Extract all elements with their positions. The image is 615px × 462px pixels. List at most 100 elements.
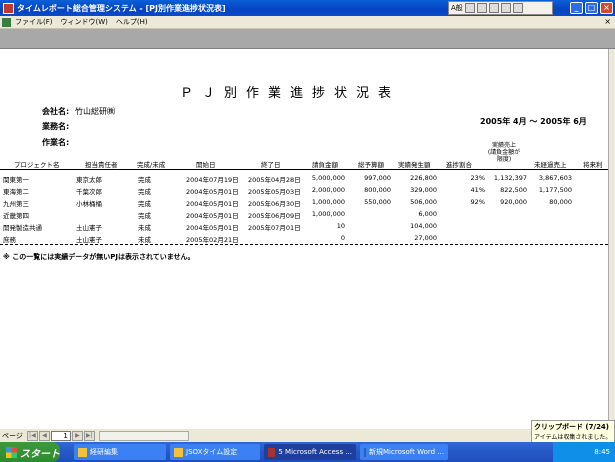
column-header: 実績発生額 — [398, 161, 431, 169]
start-button[interactable]: スタート — [0, 442, 60, 462]
folder-icon — [174, 447, 183, 457]
last-page-button[interactable]: ▶| — [83, 430, 95, 441]
table-cell: 506,000 — [410, 198, 437, 206]
company-value: 竹山総研㈱ — [75, 107, 115, 116]
table-cell: 2004年05月01日 — [186, 200, 239, 208]
column-header: 終了日 — [261, 161, 281, 169]
table-cell: 2005年02月21日 — [186, 236, 239, 244]
header-divider — [0, 169, 608, 170]
table-cell: 2004年05月01日 — [186, 224, 239, 232]
table-cell: 3,867,603 — [538, 174, 572, 182]
table-cell: 41% — [470, 186, 485, 194]
table-cell: 226,800 — [410, 174, 437, 182]
taskbar-item-label: 5 Microsoft Access ... — [278, 448, 352, 456]
table-cell: 2005年06月30日 — [248, 200, 301, 208]
table-cell: 2004年05月01日 — [186, 212, 239, 220]
table-cell: 2004年05月01日 — [186, 188, 239, 196]
table-cell: 完成 — [138, 200, 151, 208]
table-cell: 10 — [336, 222, 345, 230]
taskbar-item[interactable]: JSOXタイム設定 — [170, 444, 260, 460]
table-cell: 550,000 — [364, 198, 391, 206]
document-icon[interactable] — [2, 17, 11, 27]
table-cell: 開発製造共通 — [3, 224, 42, 232]
table-cell: 23% — [470, 174, 485, 182]
ime-mode-label[interactable]: A般 — [451, 3, 463, 13]
word-icon — [364, 447, 367, 457]
table-cell: 0 — [340, 234, 345, 242]
table-cell: 2005年05月03日 — [248, 188, 301, 196]
column-header: 未経過売上 — [534, 161, 567, 169]
taskbar-item-label: 経研編集 — [90, 448, 118, 456]
toolbar — [0, 29, 615, 49]
column-header: 実績売上 (請負金額が 限度) — [487, 142, 521, 163]
table-cell: 329,000 — [410, 186, 437, 194]
close-icon[interactable]: × — [604, 17, 611, 26]
page-number-input[interactable]: 1 — [50, 430, 71, 441]
window-controls: _ □ × — [570, 2, 613, 14]
prev-page-button[interactable]: ◀ — [38, 430, 50, 441]
table-cell: 完成 — [138, 188, 151, 196]
table-cell: 完成 — [138, 176, 151, 184]
table-cell: 5,000,000 — [311, 174, 345, 182]
table-cell: 東海第二 — [3, 188, 29, 196]
table-cell: 2004年07月19日 — [186, 176, 239, 184]
table-cell: 土山憲子 — [76, 236, 102, 244]
taskbar-item[interactable]: 5 Microsoft Access ... — [264, 444, 356, 460]
taskbar-item-label: 新規Microsoft Word ... — [369, 448, 444, 456]
ime-tool-icon[interactable] — [500, 3, 511, 13]
table-cell: 1,177,500 — [538, 186, 572, 194]
table-cell: 近畿第四 — [3, 212, 29, 220]
next-page-button[interactable]: ▶ — [71, 430, 83, 441]
table-cell: 関東第一 — [3, 176, 29, 184]
table-cell: 千葉次郎 — [76, 188, 102, 196]
table-cell: 92% — [470, 198, 485, 206]
clipboard-title: クリップボード (7/24) — [534, 423, 610, 431]
horizontal-scrollbar[interactable] — [98, 430, 189, 441]
ime-tool-icon[interactable] — [488, 3, 499, 13]
ime-tool-icon[interactable] — [476, 3, 487, 13]
close-button[interactable]: × — [600, 2, 613, 14]
column-header: 進捗割合 — [446, 161, 472, 169]
menu-help[interactable]: ヘルプ(H) — [116, 17, 148, 27]
table-cell: 6,000 — [418, 210, 437, 218]
table-cell: 1,132,397 — [493, 174, 527, 182]
ime-toolbar[interactable]: A般 — [448, 1, 553, 15]
menu-file[interactable]: ファイル(F) — [15, 17, 53, 27]
report-page: ＰＪ別作業進捗状況表 会社名: 竹山総研㈱ 業務名: 作業名: 2005年 4月… — [0, 49, 608, 429]
column-header: 担当責任者 — [85, 161, 118, 169]
table-cell: 104,000 — [410, 222, 437, 230]
report-note: ※ この一覧には実績データが無いPJは表示されていません。 — [3, 253, 195, 261]
table-cell: 822,500 — [500, 186, 527, 194]
clipboard-notification[interactable]: クリップボード (7/24) アイテムは収集されました。 — [531, 420, 615, 444]
ime-tool-icon[interactable] — [512, 3, 523, 13]
table-cell: 997,000 — [364, 174, 391, 182]
windows-logo-icon — [6, 446, 17, 458]
column-header: 総予算額 — [358, 161, 384, 169]
menu-window[interactable]: ウィンドウ(W) — [61, 17, 108, 27]
taskbar: スタート 経研編集 JSOXタイム設定 5 Microsoft Access .… — [0, 442, 615, 462]
clipboard-subtitle: アイテムは収集されました。 — [534, 434, 612, 441]
period: 2005年 4月 〜 2005年 6月 — [480, 117, 587, 126]
start-label: スタート — [20, 448, 60, 460]
table-cell: 土山憲子 — [76, 224, 102, 232]
table-cell: 2,000,000 — [311, 186, 345, 194]
app-icon — [3, 2, 14, 14]
table-cell: 1,000,000 — [311, 210, 345, 218]
folder-icon — [78, 447, 87, 457]
clock[interactable]: 8:45 — [594, 448, 610, 456]
footer-divider — [0, 244, 608, 245]
company-label: 会社名: — [42, 107, 70, 116]
work-label: 業務名: — [42, 122, 70, 131]
maximize-button[interactable]: □ — [585, 2, 598, 14]
first-page-button[interactable]: |◀ — [26, 430, 38, 441]
table-cell: 未成 — [138, 224, 151, 232]
minimize-button[interactable]: _ — [570, 2, 583, 14]
column-header: 完成/未成 — [137, 161, 166, 169]
vertical-scrollbar[interactable] — [608, 49, 615, 429]
column-header: プロジェクト名 — [14, 161, 60, 169]
taskbar-item[interactable]: 新規Microsoft Word ... — [360, 444, 448, 460]
table-cell: 小林桶桶 — [76, 200, 102, 208]
ime-tool-icon[interactable] — [464, 3, 475, 13]
table-cell: 800,000 — [364, 186, 391, 194]
taskbar-item[interactable]: 経研編集 — [74, 444, 166, 460]
